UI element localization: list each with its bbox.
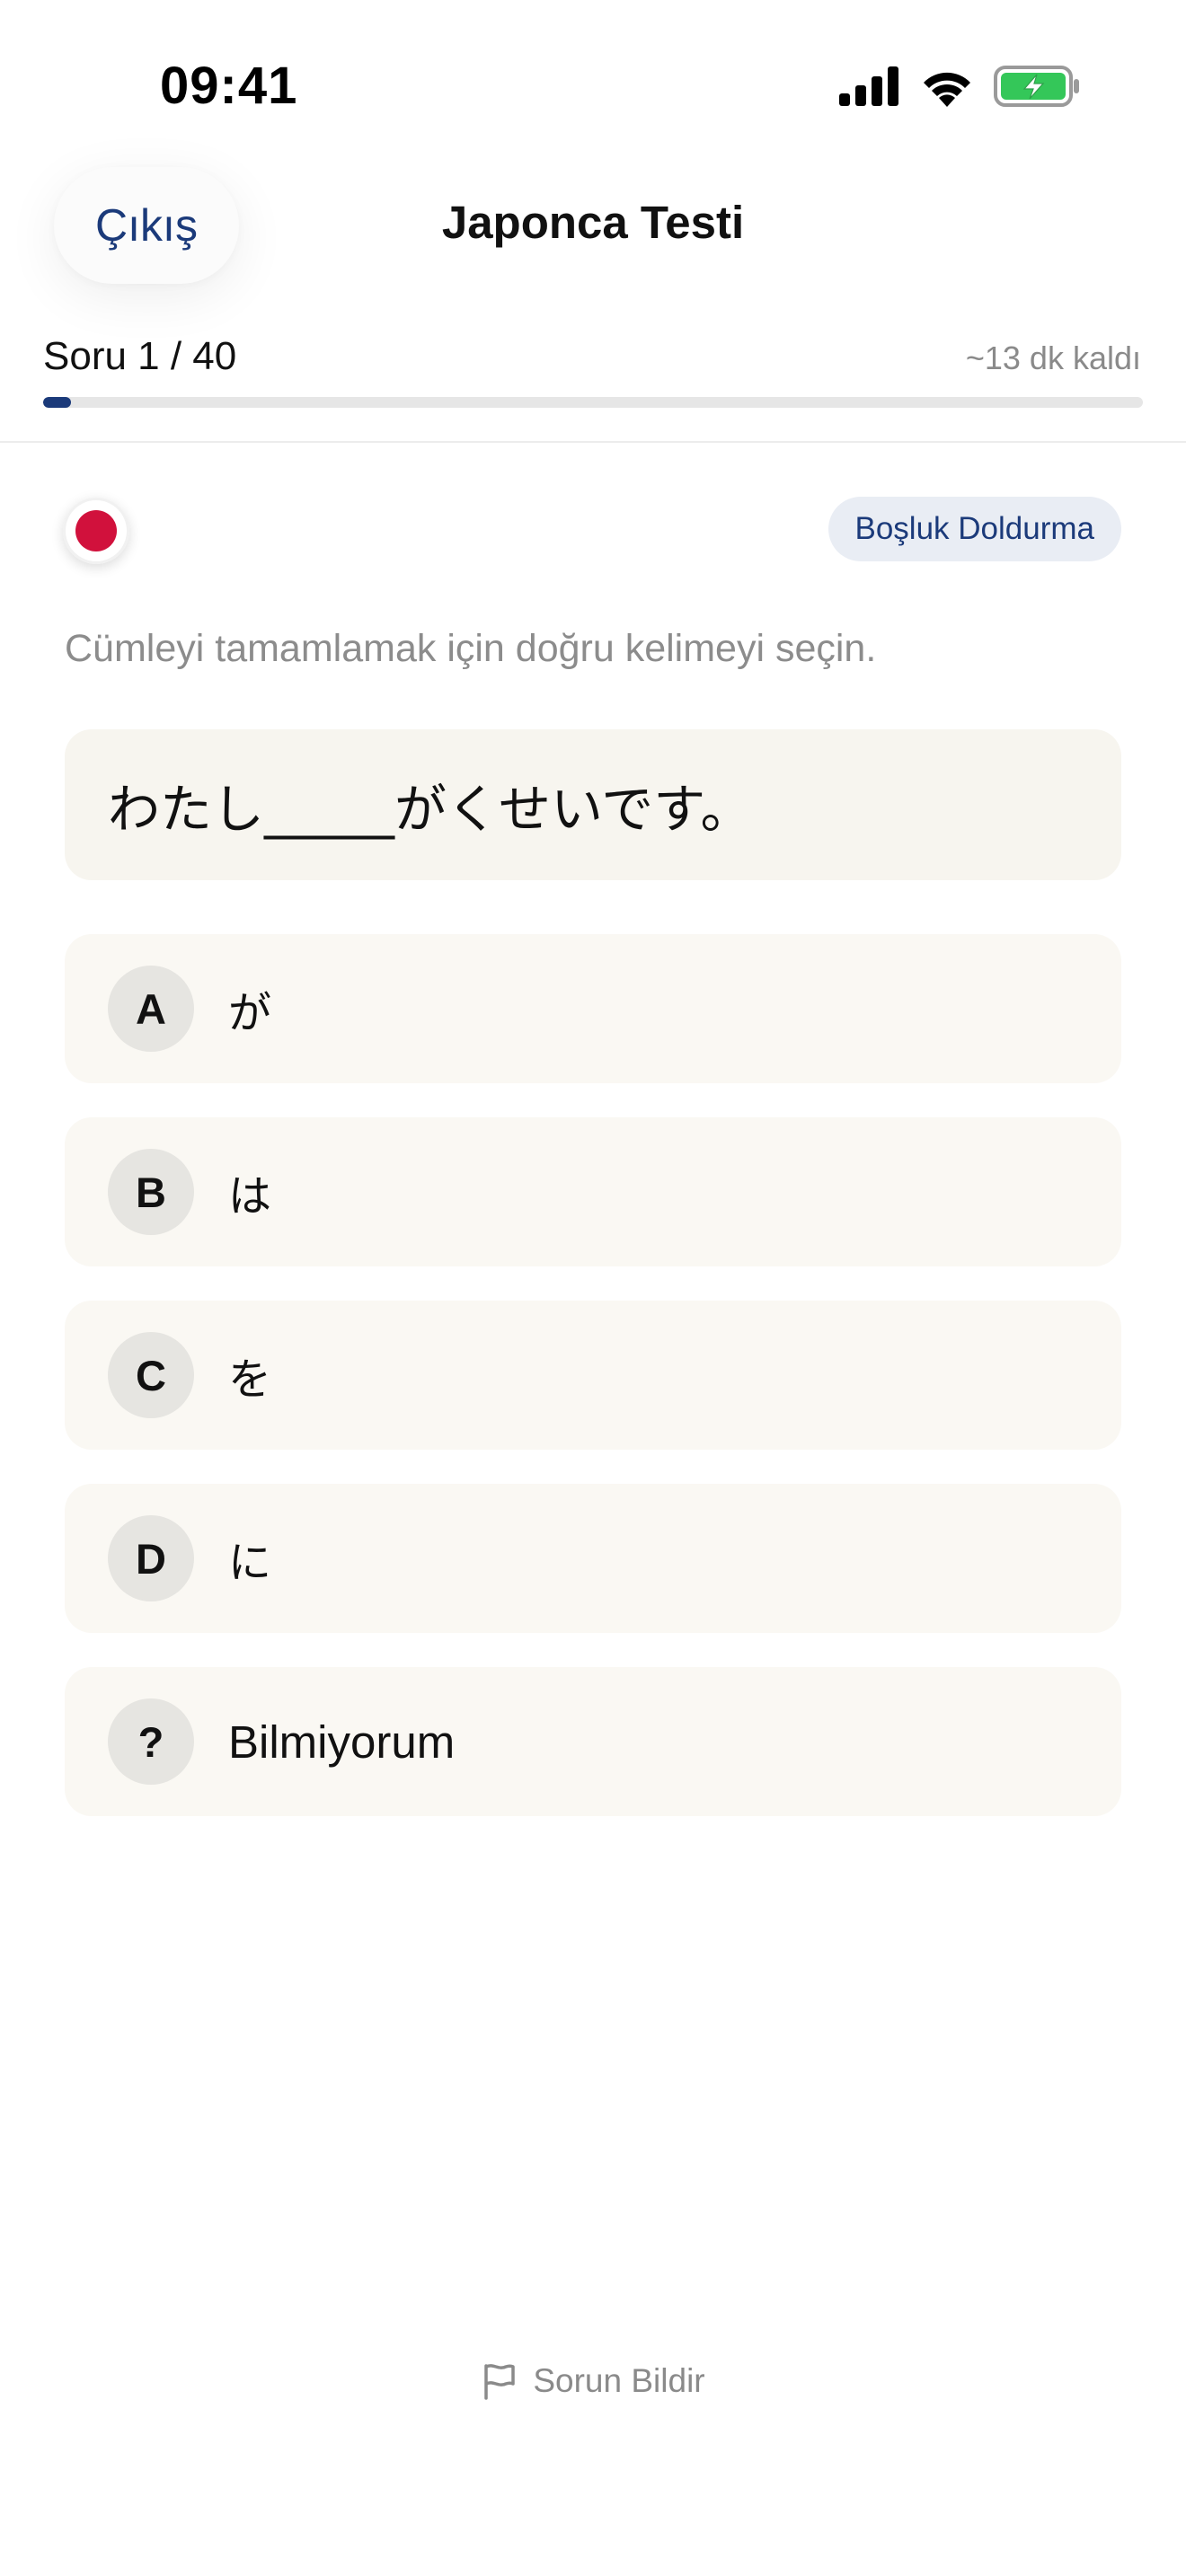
question-instruction: Cümleyi tamamlamak için doğru kelimeyi s…: [65, 627, 877, 670]
option-text: が: [228, 988, 272, 1038]
progress-bar: [43, 397, 1143, 408]
time-remaining: ~13 dk kaldı: [965, 340, 1141, 376]
cellular-signal-icon: [839, 66, 898, 106]
answer-option-b[interactable]: B は: [65, 1117, 1121, 1266]
flag-outline-icon: [484, 2364, 516, 2400]
flag-red-circle: [75, 510, 117, 551]
exit-button[interactable]: Çıkış: [54, 167, 239, 284]
report-issue-link[interactable]: Sorun Bildir: [0, 2362, 1186, 2400]
header-divider: [0, 441, 1186, 443]
battery-charging-icon: [994, 66, 1079, 107]
japan-flag-icon: [63, 498, 129, 564]
option-text: は: [228, 1171, 272, 1222]
option-text: Bilmiyorum: [228, 1716, 456, 1768]
answer-option-a[interactable]: A が: [65, 934, 1121, 1083]
status-icons: [839, 63, 1080, 110]
answer-option-d[interactable]: D に: [65, 1484, 1121, 1633]
option-letter-badge: A: [108, 966, 194, 1052]
progress-bar-fill: [43, 397, 71, 408]
option-text: を: [228, 1354, 272, 1405]
quiz-screen: 09:41 Çıkış Japonca Testi Soru 1 / 40 ~1…: [0, 0, 1186, 2576]
answer-option-c[interactable]: C を: [65, 1301, 1121, 1450]
answer-option-dont-know[interactable]: ? Bilmiyorum: [65, 1667, 1121, 1816]
status-time: 09:41: [160, 57, 298, 115]
option-letter-badge: D: [108, 1515, 194, 1601]
option-text: に: [228, 1538, 272, 1588]
status-bar: 09:41: [0, 0, 1186, 162]
report-issue-label: Sorun Bildir: [533, 2362, 705, 2399]
wifi-icon: [924, 72, 970, 107]
question-sentence: わたし_____がくせいです。: [65, 729, 1121, 880]
option-letter-badge: B: [108, 1149, 194, 1235]
question-type-badge: Boşluk Doldurma: [828, 497, 1121, 561]
question-counter: Soru 1 / 40: [43, 334, 237, 378]
option-letter-badge: C: [108, 1332, 194, 1418]
option-letter-badge: ?: [108, 1698, 194, 1785]
